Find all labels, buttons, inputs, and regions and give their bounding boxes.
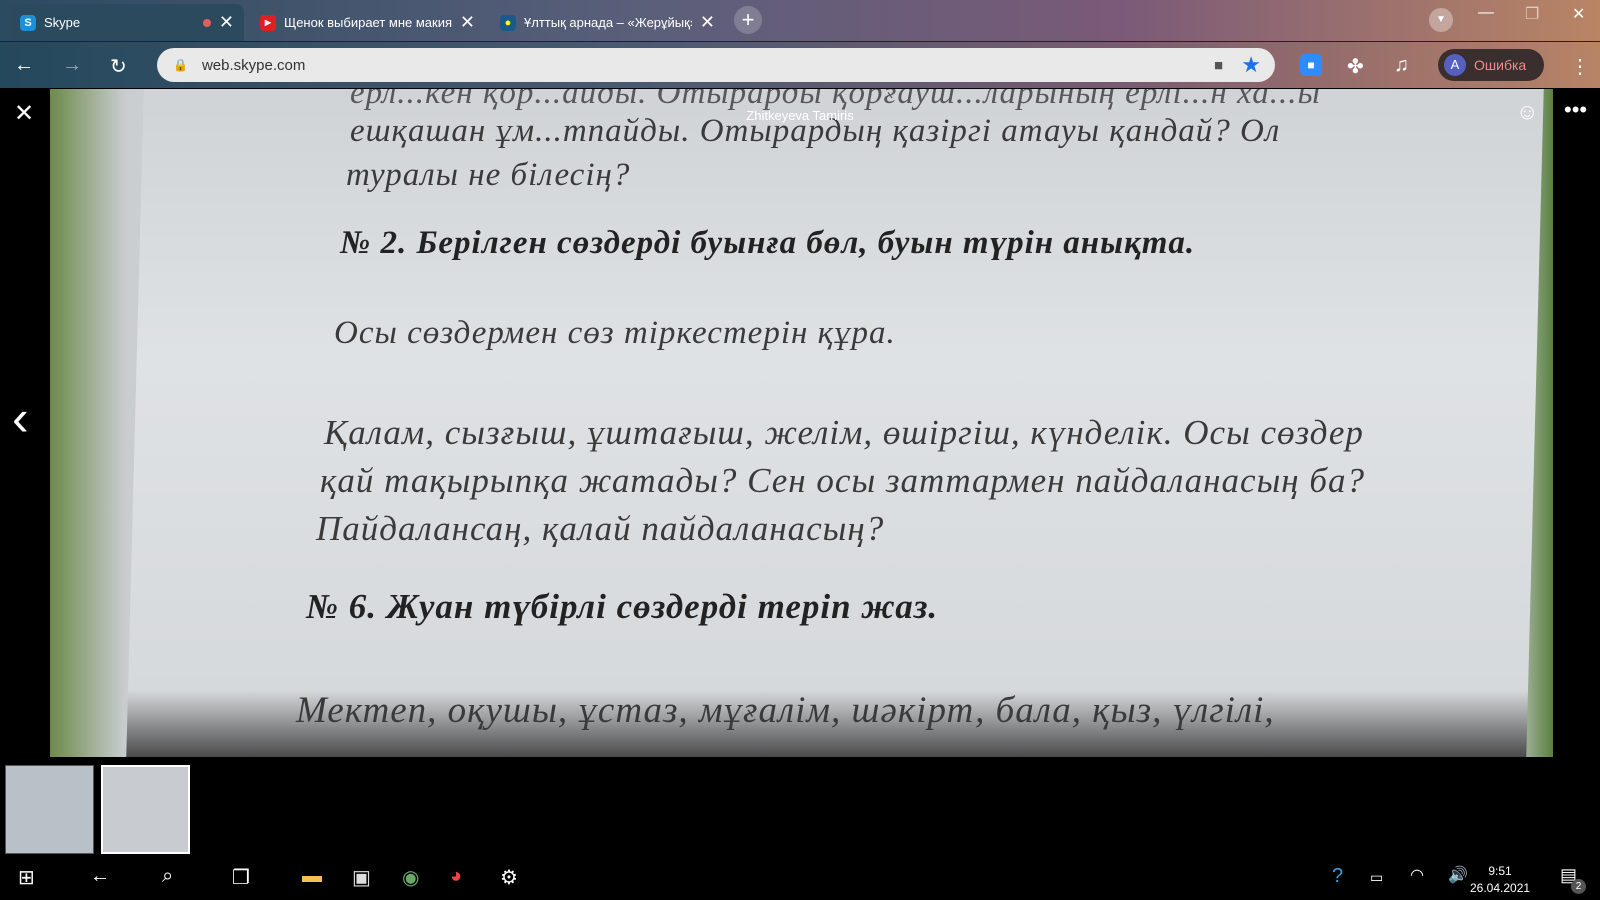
store-icon[interactable]: ▣ xyxy=(352,865,371,890)
thumbnail-2-selected[interactable] xyxy=(101,765,190,854)
settings-gear-icon[interactable]: ⚙ xyxy=(500,865,518,890)
recording-indicator-icon xyxy=(202,18,211,27)
media-control-icon[interactable]: ♫ xyxy=(1394,54,1409,77)
tab-youtube[interactable]: ▶ Щенок выбирает мне макияж ✕ xyxy=(250,4,485,41)
zoom-extension-icon[interactable]: ■ xyxy=(1300,54,1322,76)
back-icon[interactable]: ← xyxy=(90,865,110,888)
forward-button[interactable]: → xyxy=(62,54,82,77)
close-tab-icon[interactable]: ✕ xyxy=(219,12,234,33)
caller-name: Zhitkeyeva Tamiris xyxy=(746,108,854,123)
chrome-icon[interactable]: ◕ xyxy=(450,865,462,888)
file-explorer-icon[interactable]: ▬ xyxy=(302,865,322,888)
tab-skype[interactable]: S Skype ✕ xyxy=(10,4,244,41)
profile-status: Ошибка xyxy=(1474,57,1527,73)
battery-icon[interactable]: ▭ xyxy=(1370,869,1383,886)
document-line: туралы не білесің? xyxy=(346,157,631,193)
close-tab-icon[interactable]: ✕ xyxy=(460,12,475,33)
document-line: Пайдалансаң, қалай пайдаланасың? xyxy=(316,509,885,548)
wifi-icon[interactable]: ◠ xyxy=(1410,865,1424,885)
more-options-icon[interactable]: ••• xyxy=(1564,97,1587,123)
camera-icon[interactable]: ■ xyxy=(1214,57,1223,74)
notification-count-badge: 2 xyxy=(1571,879,1586,894)
browser-menu-icon[interactable]: ⋮ xyxy=(1570,54,1590,79)
media-viewer: ерл...кен қор...айды. Отырарды қорғауш..… xyxy=(0,89,1600,757)
help-icon[interactable]: ? xyxy=(1332,865,1343,888)
profile-button[interactable]: A Ошибка xyxy=(1438,49,1544,81)
skype-icon: S xyxy=(20,14,36,31)
qazaqstan-tv-icon: ● xyxy=(500,14,516,31)
browser-toolbar: ← → ↻ 🔒 web.skype.com ■ ★ ■ ✤ ♫ A Ошибка… xyxy=(0,41,1600,88)
windows-taskbar: ⊞ ← ⌕ ❐ ▬ ▣ ◉ ◕ ⚙ ? ▭ ◠ 🔊 9:51 26.04.202… xyxy=(0,857,1600,900)
back-button[interactable]: ← xyxy=(14,54,34,77)
reload-button[interactable]: ↻ xyxy=(110,54,127,79)
previous-image-button[interactable]: ‹ xyxy=(12,389,29,447)
thumbnail-strip xyxy=(0,757,1600,857)
extensions-puzzle-icon[interactable]: ✤ xyxy=(1347,54,1364,79)
lock-icon: 🔒 xyxy=(173,58,188,72)
address-bar[interactable]: 🔒 web.skype.com ■ ★ xyxy=(157,48,1275,82)
restore-button[interactable]: ❐ xyxy=(1525,4,1539,24)
volume-icon[interactable]: 🔊 xyxy=(1448,865,1468,885)
close-window-button[interactable]: ✕ xyxy=(1572,4,1585,24)
document-line: Мектеп, оқушы, ұстаз, мұғалім, шәкірт, б… xyxy=(296,690,1275,731)
url-text: web.skype.com xyxy=(201,56,306,74)
tab-qazaqstan[interactable]: ● Ұлттық арнада – «Жерұйық» ✕ xyxy=(490,4,725,41)
tab-title: Skype xyxy=(44,15,81,30)
windows-start-icon[interactable]: ⊞ xyxy=(18,865,35,890)
search-icon[interactable]: ⌕ xyxy=(162,865,173,888)
avatar: A xyxy=(1444,54,1466,76)
tab-title: Щенок выбирает мне макияж xyxy=(284,15,452,30)
new-tab-button[interactable]: + xyxy=(734,6,762,34)
minimize-button[interactable]: — xyxy=(1478,4,1494,22)
document-heading: № 6. Жуан түбірлі сөздерді теріп жаз. xyxy=(306,587,939,626)
clock-time: 9:51 xyxy=(1488,864,1512,878)
tab-title: Ұлттық арнада – «Жерұйық» xyxy=(524,15,692,30)
tripadvisor-icon[interactable]: ◉ xyxy=(402,865,419,890)
document-line: қай тақырыпқа жатады? Сен осы заттармен … xyxy=(320,461,1365,500)
document-line: Осы сөздермен сөз тіркестерін құра. xyxy=(334,315,896,351)
youtube-icon: ▶ xyxy=(260,14,276,31)
system-clock[interactable]: 9:51 26.04.2021 xyxy=(1470,863,1530,897)
close-tab-icon[interactable]: ✕ xyxy=(700,12,715,33)
tab-search-button[interactable]: ▼ xyxy=(1429,8,1453,32)
document-line: Қалам, сызғыш, ұштағыш, желім, өшіргіш, … xyxy=(324,413,1364,452)
clock-date: 26.04.2021 xyxy=(1470,881,1531,895)
thumbnail-1[interactable] xyxy=(5,765,94,854)
document-heading: № 2. Берілген сөздерді буынға бөл, буын … xyxy=(340,225,1196,261)
bookmark-star-icon[interactable]: ★ xyxy=(1241,52,1261,78)
browser-tab-bar: S Skype ✕ ▶ Щенок выбирает мне макияж ✕ … xyxy=(0,0,1600,41)
task-view-icon[interactable]: ❐ xyxy=(232,865,250,890)
shared-photo: ерл...кен қор...айды. Отырарды қорғауш..… xyxy=(50,89,1553,757)
emoji-reaction-icon[interactable]: ☺ xyxy=(1516,99,1538,125)
